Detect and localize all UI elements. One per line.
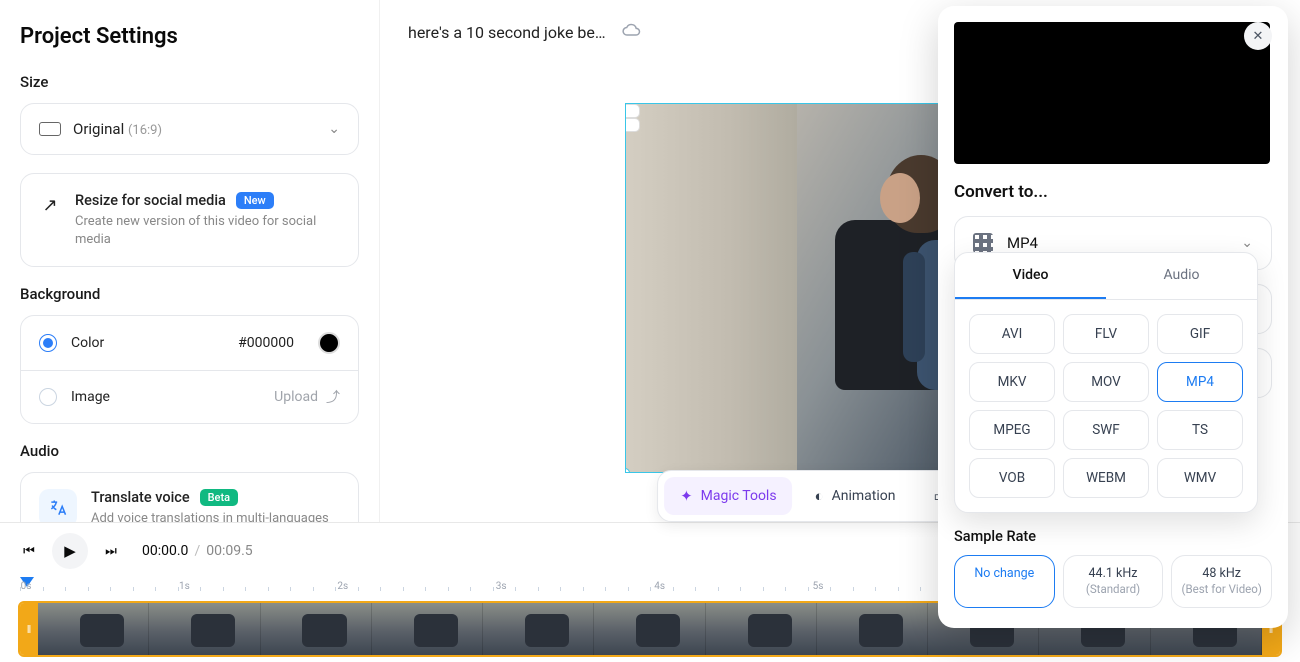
convert-preview bbox=[954, 22, 1270, 164]
format-value: MP4 bbox=[1007, 234, 1227, 252]
tab-video[interactable]: Video bbox=[955, 253, 1106, 299]
ruler-tick-label: 4s bbox=[654, 581, 665, 592]
bg-color-label: Color bbox=[71, 335, 224, 351]
clip-handle-left[interactable]: ‖ bbox=[20, 603, 38, 655]
external-link-icon: ↗ bbox=[39, 194, 61, 216]
clip-thumbnail bbox=[594, 603, 705, 655]
format-option-avi[interactable]: AVI bbox=[969, 314, 1055, 354]
clip-thumbnail bbox=[706, 603, 817, 655]
size-value: Original (16:9) bbox=[73, 120, 316, 138]
format-option-mp4[interactable]: MP4 bbox=[1157, 362, 1243, 402]
clip-thumbnail bbox=[372, 603, 483, 655]
skip-forward-button[interactable]: ⏭ bbox=[96, 536, 126, 566]
translate-title: Translate voice bbox=[91, 489, 190, 506]
cloud-sync-icon[interactable] bbox=[622, 20, 642, 45]
sample-rate-option[interactable]: 44.1 kHz(Standard) bbox=[1063, 555, 1164, 608]
aspect-ratio-icon bbox=[39, 122, 61, 136]
new-badge: New bbox=[236, 192, 274, 209]
convert-title: Convert to... bbox=[954, 182, 1272, 202]
clip-thumbnail bbox=[817, 603, 928, 655]
size-label: Size bbox=[20, 73, 359, 91]
format-option-wmv[interactable]: WMV bbox=[1157, 458, 1243, 498]
convert-panel: ✕ Convert to... MP4 ⌄ ⌄ ⌄ No Change12243… bbox=[938, 6, 1288, 628]
format-option-webm[interactable]: WEBM bbox=[1063, 458, 1149, 498]
chevron-down-icon: ⌄ bbox=[1241, 235, 1253, 251]
project-settings-sidebar: Project Settings Size Original (16:9) ⌄ … bbox=[0, 0, 380, 522]
translate-voice-card[interactable]: Translate voice Beta Add voice translati… bbox=[20, 472, 359, 522]
ruler-tick-label: 1s bbox=[179, 581, 190, 592]
ruler-tick-label: 0s bbox=[21, 581, 32, 592]
format-dropdown: Video Audio AVIFLVGIF MKVMOVMP4 MPEGSWFTS V… bbox=[954, 252, 1258, 513]
bg-image-row[interactable]: Image Upload ⤴ bbox=[21, 370, 358, 423]
size-select[interactable]: Original (16:9) ⌄ bbox=[20, 103, 359, 155]
sample-rate-label: Sample Rate bbox=[954, 528, 1272, 545]
resize-handle-bl[interactable] bbox=[625, 468, 630, 473]
ruler-tick-label: 2s bbox=[337, 581, 348, 592]
sample-rate-option[interactable]: 48 kHz(Best for Video) bbox=[1171, 555, 1272, 608]
format-option-flv[interactable]: FLV bbox=[1063, 314, 1149, 354]
magic-tools-button[interactable]: ✦Magic Tools bbox=[664, 477, 792, 515]
radio-color[interactable] bbox=[39, 334, 57, 352]
clip-thumbnail bbox=[38, 603, 149, 655]
resize-handle-top[interactable] bbox=[625, 104, 640, 118]
translate-desc: Add voice translations in multi-language… bbox=[91, 510, 340, 522]
sample-rate-option[interactable]: No change bbox=[954, 555, 1055, 608]
ruler-tick-label: 5s bbox=[813, 581, 824, 592]
page-title: Project Settings bbox=[20, 24, 359, 49]
clip-thumbnail bbox=[261, 603, 372, 655]
translate-icon bbox=[39, 489, 77, 522]
bg-image-label: Image bbox=[71, 389, 260, 405]
close-button[interactable]: ✕ bbox=[1244, 22, 1272, 50]
skip-back-button[interactable]: ⏮ bbox=[14, 536, 44, 566]
color-swatch[interactable] bbox=[318, 332, 340, 354]
sparkle-icon: ✦ bbox=[680, 487, 693, 505]
upload-button[interactable]: Upload ⤴ bbox=[274, 387, 340, 407]
format-option-swf[interactable]: SWF bbox=[1063, 410, 1149, 450]
background-label: Background bbox=[20, 285, 359, 303]
film-icon bbox=[973, 233, 993, 253]
play-button[interactable]: ▶ bbox=[52, 533, 88, 569]
animation-icon: ◐ bbox=[815, 487, 824, 505]
tab-audio[interactable]: Audio bbox=[1106, 253, 1257, 299]
format-option-mov[interactable]: MOV bbox=[1063, 362, 1149, 402]
format-option-mkv[interactable]: MKV bbox=[969, 362, 1055, 402]
resize-handle-bottom[interactable] bbox=[625, 118, 640, 132]
project-title[interactable]: here's a 10 second joke be… bbox=[408, 23, 606, 42]
bg-color-value: #000000 bbox=[238, 335, 294, 351]
bg-color-row[interactable]: Color #000000 bbox=[21, 316, 358, 370]
resize-title: Resize for social media bbox=[75, 192, 226, 209]
radio-image[interactable] bbox=[39, 388, 57, 406]
resize-desc: Create new version of this video for soc… bbox=[75, 213, 340, 248]
audio-label: Audio bbox=[20, 442, 359, 460]
resize-social-card[interactable]: ↗ Resize for social media New Create new… bbox=[20, 173, 359, 267]
clip-thumbnail bbox=[149, 603, 260, 655]
format-option-gif[interactable]: GIF bbox=[1157, 314, 1243, 354]
chevron-down-icon: ⌄ bbox=[328, 121, 340, 137]
time-display: 00:00.0/00:09.5 bbox=[142, 543, 253, 559]
clip-thumbnail bbox=[483, 603, 594, 655]
format-option-ts[interactable]: TS bbox=[1157, 410, 1243, 450]
format-option-mpeg[interactable]: MPEG bbox=[969, 410, 1055, 450]
beta-badge: Beta bbox=[200, 489, 238, 506]
format-option-vob[interactable]: VOB bbox=[969, 458, 1055, 498]
animation-button[interactable]: ◐Animation bbox=[799, 477, 912, 515]
upload-icon: ⤴ bbox=[326, 387, 340, 407]
ruler-tick-label: 3s bbox=[496, 581, 507, 592]
